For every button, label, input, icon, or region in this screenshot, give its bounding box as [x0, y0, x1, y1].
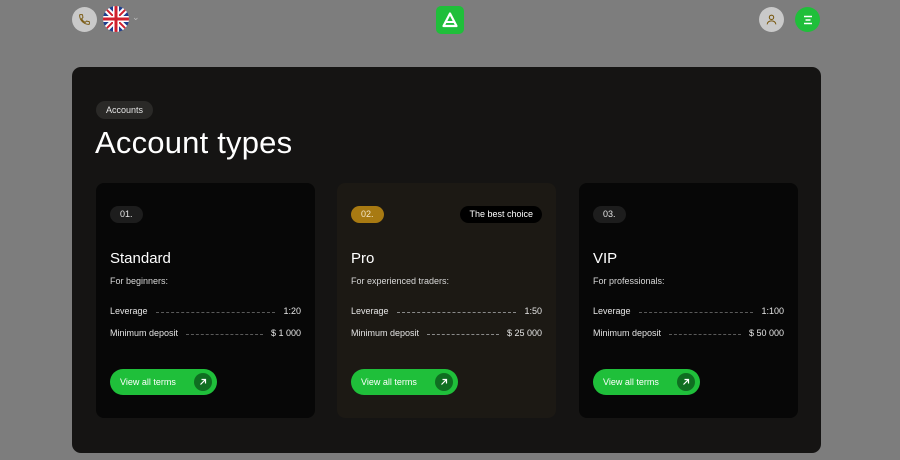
deposit-value: $ 25 000 [506, 328, 542, 338]
page-title: Account types [95, 125, 293, 160]
card-subtitle: For beginners: [110, 276, 169, 286]
dotted-leader [638, 311, 754, 313]
minimum-deposit-row: Minimum deposit $ 50 000 [593, 327, 784, 339]
arrow-up-right-icon [435, 373, 453, 391]
brand-logo-icon [442, 12, 458, 28]
leverage-label: Leverage [110, 306, 148, 316]
phone-icon [79, 14, 90, 25]
menu-button[interactable] [795, 7, 820, 32]
deposit-label: Minimum deposit [110, 328, 179, 338]
language-selector[interactable] [103, 6, 129, 32]
button-label: View all terms [361, 377, 417, 387]
account-types-section: Accounts Account types 01. Standard For … [72, 67, 821, 453]
account-card-standard: 01. Standard For beginners: Leverage 1:2… [96, 183, 315, 418]
view-all-terms-button[interactable]: View all terms [351, 369, 458, 395]
button-label: View all terms [603, 377, 659, 387]
best-choice-badge: The best choice [460, 206, 542, 223]
button-label: View all terms [120, 377, 176, 387]
leverage-value: 1:20 [283, 306, 301, 316]
view-all-terms-button[interactable]: View all terms [110, 369, 217, 395]
uk-flag-icon [103, 6, 129, 32]
phone-button[interactable] [72, 7, 97, 32]
minimum-deposit-row: Minimum deposit $ 1 000 [110, 327, 301, 339]
leverage-value: 1:100 [761, 306, 784, 316]
dotted-leader [155, 311, 276, 313]
deposit-value: $ 1 000 [270, 328, 301, 338]
arrow-up-right-icon [194, 373, 212, 391]
card-number: 01. [110, 206, 143, 223]
chevron-down-icon[interactable]: ⌄ [132, 12, 140, 23]
dotted-leader [427, 333, 499, 335]
deposit-value: $ 50 000 [748, 328, 784, 338]
card-title: Standard [110, 250, 171, 267]
deposit-label: Minimum deposit [593, 328, 662, 338]
account-card-vip: 03. VIP For professionals: Leverage 1:10… [579, 183, 798, 418]
dotted-leader [669, 333, 741, 335]
card-number: 03. [593, 206, 626, 223]
leverage-row: Leverage 1:100 [593, 305, 784, 317]
logo[interactable] [436, 6, 464, 34]
section-badge: Accounts [96, 101, 154, 119]
dotted-leader [396, 311, 517, 313]
view-all-terms-button[interactable]: View all terms [593, 369, 700, 395]
dotted-leader [186, 333, 263, 335]
leverage-value: 1:50 [524, 306, 542, 316]
menu-icon [803, 15, 812, 24]
leverage-label: Leverage [351, 306, 389, 316]
account-card-pro: 02. The best choice Pro For experienced … [337, 183, 556, 418]
leverage-row: Leverage 1:50 [351, 305, 542, 317]
minimum-deposit-row: Minimum deposit $ 25 000 [351, 327, 542, 339]
card-title: VIP [593, 250, 618, 267]
card-subtitle: For professionals: [593, 276, 665, 286]
card-subtitle: For experienced traders: [351, 276, 450, 286]
card-title: Pro [351, 250, 375, 267]
arrow-up-right-icon [677, 373, 695, 391]
user-icon [766, 14, 777, 25]
top-bar: ⌄ [0, 0, 900, 40]
user-account-button[interactable] [759, 7, 784, 32]
leverage-label: Leverage [593, 306, 631, 316]
leverage-row: Leverage 1:20 [110, 305, 301, 317]
card-number: 02. [351, 206, 384, 223]
deposit-label: Minimum deposit [351, 328, 420, 338]
